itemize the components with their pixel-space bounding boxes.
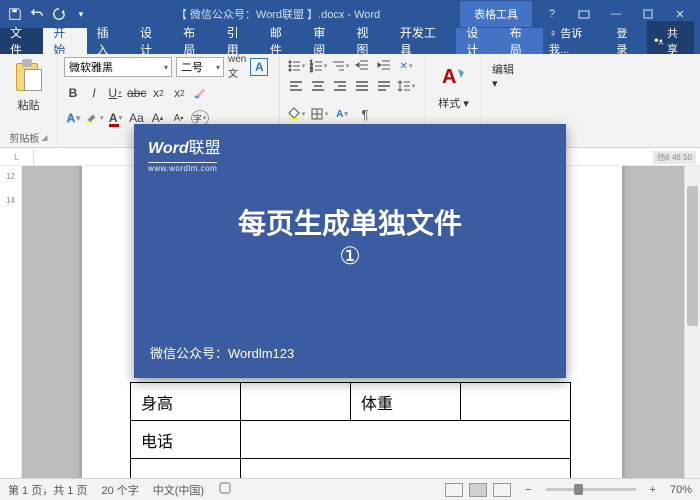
- align-center-icon[interactable]: [308, 77, 328, 95]
- clipboard-launcher-icon[interactable]: ◢: [41, 133, 47, 142]
- tab-review[interactable]: 审阅: [303, 28, 346, 54]
- sort-icon[interactable]: A: [332, 105, 352, 123]
- undo-icon[interactable]: [30, 7, 44, 21]
- tab-table-layout[interactable]: 布局: [500, 28, 543, 54]
- tab-file[interactable]: 文件: [0, 28, 43, 54]
- table-cell[interactable]: [461, 383, 571, 421]
- zoom-level[interactable]: 70%: [670, 484, 692, 496]
- zoom-slider[interactable]: [546, 488, 636, 491]
- decrease-indent-icon[interactable]: [352, 57, 372, 75]
- tab-mailings[interactable]: 邮件: [260, 28, 303, 54]
- svg-text:A: A: [442, 66, 456, 88]
- distribute-icon[interactable]: [374, 77, 394, 95]
- status-language[interactable]: 中文(中国): [153, 482, 204, 498]
- table-cell[interactable]: [241, 459, 571, 479]
- table-cell[interactable]: 身高: [131, 383, 241, 421]
- clear-format-icon[interactable]: [191, 84, 209, 102]
- phonetic-guide-icon[interactable]: wén文: [228, 58, 246, 76]
- tab-home[interactable]: 开始: [43, 28, 86, 54]
- subscript-button[interactable]: x2: [149, 84, 167, 102]
- shading-icon[interactable]: [286, 105, 306, 123]
- table-row: [131, 459, 571, 479]
- asian-layout-icon[interactable]: ✕: [396, 57, 416, 75]
- status-record-icon[interactable]: [218, 481, 232, 498]
- underline-button[interactable]: U: [106, 84, 124, 102]
- tab-developer[interactable]: 开发工具: [390, 28, 457, 54]
- table-cell[interactable]: 电话: [131, 421, 241, 459]
- font-size-combo[interactable]: 二号: [176, 57, 224, 77]
- splash-overlay: Word联盟 www.wordlm.com 每页生成单独文件 ① 微信公众号：W…: [134, 124, 566, 378]
- overlay-footer: 微信公众号：Wordlm123: [150, 343, 294, 362]
- align-left-icon[interactable]: [286, 77, 306, 95]
- table-cell[interactable]: [131, 459, 241, 479]
- zoom-in-button[interactable]: +: [650, 484, 656, 496]
- svg-text:3: 3: [310, 68, 313, 73]
- qat-more-icon[interactable]: ▾: [74, 7, 88, 21]
- multilevel-icon[interactable]: [330, 57, 350, 75]
- view-print-icon[interactable]: [469, 483, 487, 497]
- tab-design[interactable]: 设计: [130, 28, 173, 54]
- table-cell[interactable]: [241, 383, 351, 421]
- table-row: 电话: [131, 421, 571, 459]
- italic-button[interactable]: I: [85, 84, 103, 102]
- group-clipboard-label: 剪贴板: [9, 130, 39, 145]
- edit-button[interactable]: 编辑▾: [488, 57, 522, 94]
- text-effects-button[interactable]: A: [64, 109, 82, 127]
- vertical-ruler[interactable]: 12 14: [0, 166, 22, 478]
- char-border-icon[interactable]: A: [250, 58, 268, 76]
- styles-button[interactable]: A 样式 ▾: [432, 57, 475, 115]
- font-color-button[interactable]: A: [107, 109, 125, 127]
- tab-insert[interactable]: 插入: [87, 28, 130, 54]
- table-cell[interactable]: [241, 421, 571, 459]
- overlay-title: 每页生成单独文件: [134, 202, 566, 242]
- show-marks-icon[interactable]: ¶: [355, 105, 375, 123]
- borders-icon[interactable]: [309, 105, 329, 123]
- scrollbar-thumb[interactable]: [687, 186, 698, 326]
- bold-button[interactable]: B: [64, 84, 82, 102]
- strikethrough-button[interactable]: abc: [127, 84, 146, 102]
- justify-icon[interactable]: [352, 77, 372, 95]
- tab-layout[interactable]: 布局: [173, 28, 216, 54]
- font-name-combo[interactable]: 微软雅黑: [64, 57, 172, 77]
- line-spacing-icon[interactable]: [396, 77, 416, 95]
- tab-table-design[interactable]: 设计: [456, 28, 499, 54]
- tab-view[interactable]: 视图: [347, 28, 390, 54]
- zoom-out-button[interactable]: −: [525, 484, 531, 496]
- window-title: 【 微信公众号：Word联盟 】.docx - Word: [96, 6, 460, 22]
- highlight-button[interactable]: [85, 109, 104, 127]
- clipboard-icon: [14, 59, 44, 95]
- tab-references[interactable]: 引用: [217, 28, 260, 54]
- redo-icon[interactable]: [52, 7, 66, 21]
- align-right-icon[interactable]: [330, 77, 350, 95]
- table-row: 身高 体重: [131, 383, 571, 421]
- bullets-icon[interactable]: [286, 57, 306, 75]
- increase-indent-icon[interactable]: [374, 57, 394, 75]
- overlay-logo: Word联盟 www.wordlm.com: [148, 134, 221, 176]
- superscript-button[interactable]: x2: [170, 84, 188, 102]
- table-cell[interactable]: 体重: [351, 383, 461, 421]
- numbering-icon[interactable]: 123: [308, 57, 328, 75]
- vertical-scrollbar[interactable]: [684, 166, 700, 478]
- styles-icon: A: [438, 61, 470, 93]
- view-read-icon[interactable]: [445, 483, 463, 497]
- document-table[interactable]: 身高 体重 电话: [130, 382, 571, 478]
- paste-button[interactable]: 粘贴: [6, 57, 51, 115]
- save-icon[interactable]: [8, 7, 22, 21]
- view-web-icon[interactable]: [493, 483, 511, 497]
- overlay-number: ①: [134, 242, 566, 271]
- ruler-corner[interactable]: L: [0, 148, 34, 165]
- status-page[interactable]: 第 1 页，共 1 页: [8, 482, 87, 498]
- status-words[interactable]: 20 个字: [101, 482, 138, 498]
